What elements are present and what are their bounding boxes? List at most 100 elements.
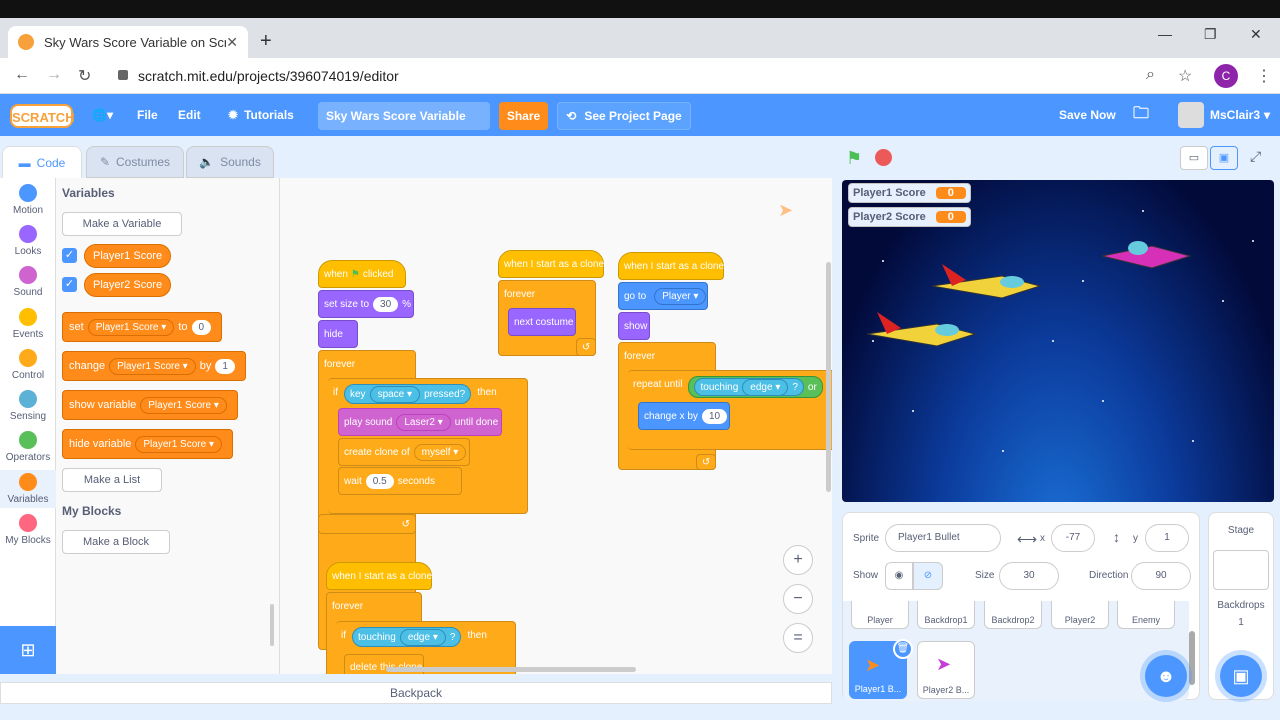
- show-var-dropdown[interactable]: Player1 Score ▾: [140, 396, 227, 414]
- forward-icon[interactable]: →: [46, 66, 62, 84]
- sprite-thumb[interactable]: Backdrop2: [984, 601, 1042, 629]
- browser-tab[interactable]: Sky Wars Score Variable on Scratc ✕: [8, 26, 248, 58]
- url-field[interactable]: scratch.mit.edu/projects/396074019/edito…: [108, 62, 1208, 90]
- var2-reporter[interactable]: Player2 Score: [84, 273, 172, 297]
- sprite-thumb[interactable]: Player: [851, 601, 909, 629]
- key-dropdown[interactable]: space ▾: [369, 385, 421, 403]
- show-hidden-eye-icon[interactable]: ⊘: [913, 562, 943, 590]
- see-project-page-button[interactable]: ⟲ See Project Page: [557, 102, 691, 130]
- normal-stage-button[interactable]: ▣: [1210, 146, 1238, 170]
- share-button[interactable]: Share: [499, 102, 548, 130]
- y-input[interactable]: 1: [1145, 524, 1189, 552]
- change-variable-block[interactable]: change Player1 Score ▾ by 1: [62, 351, 246, 381]
- close-window-icon[interactable]: ✕: [1250, 26, 1262, 43]
- set-value-input[interactable]: 0: [191, 319, 212, 335]
- fullscreen-icon[interactable]: ⤢: [1250, 148, 1261, 165]
- add-extension-button[interactable]: ⊞: [0, 626, 56, 674]
- profile-avatar[interactable]: C: [1214, 64, 1238, 88]
- sound-dropdown[interactable]: Laser2 ▾: [396, 413, 451, 431]
- clone-target-dropdown[interactable]: myself ▾: [413, 443, 467, 461]
- when-start-as-clone-hat-3[interactable]: when I start as a clone: [618, 252, 724, 280]
- player-jet-sprite[interactable]: [932, 264, 1042, 314]
- delete-sprite-icon[interactable]: 🗑: [893, 639, 913, 659]
- choose-backdrop-button[interactable]: ▣: [1220, 655, 1262, 697]
- account-menu[interactable]: MsClair3 ▾: [1178, 94, 1270, 136]
- size-input[interactable]: 30: [373, 296, 399, 312]
- green-flag-button[interactable]: ⚑: [846, 148, 862, 169]
- category-motion[interactable]: Motion: [0, 184, 56, 216]
- project-title-input[interactable]: Sky Wars Score Variable: [318, 102, 490, 130]
- reload-icon[interactable]: ↻: [78, 66, 91, 86]
- bookmark-star-icon[interactable]: ☆: [1178, 66, 1192, 86]
- script-horizontal-scrollbar[interactable]: [386, 667, 636, 672]
- category-sensing[interactable]: Sensing: [0, 390, 56, 422]
- script-vertical-scrollbar[interactable]: [826, 262, 831, 492]
- sprite-thumb[interactable]: Enemy: [1117, 601, 1175, 629]
- tab-costumes[interactable]: ✎ Costumes: [86, 146, 184, 178]
- small-stage-button[interactable]: ▭: [1180, 146, 1208, 170]
- wait-input[interactable]: 0.5: [365, 473, 394, 489]
- category-operators[interactable]: Operators: [0, 431, 56, 463]
- zoom-page-icon[interactable]: ⌕: [1146, 66, 1155, 84]
- scratch-logo[interactable]: SCRATCH: [10, 104, 75, 128]
- show-block[interactable]: show: [618, 312, 650, 340]
- direction-input[interactable]: 90: [1131, 562, 1191, 590]
- hide-variable-block[interactable]: hide variable Player1 Score ▾: [62, 429, 233, 459]
- change-var-dropdown[interactable]: Player1 Score ▾: [109, 357, 196, 375]
- category-my-blocks[interactable]: My Blocks: [0, 514, 56, 546]
- goto-target-dropdown[interactable]: Player ▾: [654, 287, 707, 305]
- category-control[interactable]: Control: [0, 349, 56, 381]
- make-list-button[interactable]: Make a List: [62, 468, 162, 492]
- palette-scrollbar[interactable]: [270, 604, 274, 646]
- touching-edge-block[interactable]: touching edge ▾?: [694, 378, 804, 396]
- sprite-name-input[interactable]: Player1 Bullet: [885, 524, 1001, 552]
- sprite-list-scrollbar[interactable]: [1189, 605, 1197, 695]
- x-input[interactable]: -77: [1051, 524, 1095, 552]
- sprite-thumb[interactable]: ➤ Player2 B...: [917, 641, 975, 699]
- show-visible-eye-icon[interactable]: ◉: [885, 562, 913, 590]
- next-costume-block[interactable]: next costume: [508, 308, 576, 336]
- enemy-ship-sprite[interactable]: [1102, 236, 1192, 280]
- minimize-icon[interactable]: —: [1158, 26, 1172, 42]
- category-events[interactable]: Events: [0, 308, 56, 340]
- script-area[interactable]: ➤ when ⚑ clicked set size to 30% hide forev…: [280, 178, 832, 674]
- category-looks[interactable]: Looks: [0, 225, 56, 257]
- show-variable-block[interactable]: show variable Player1 Score ▾: [62, 390, 238, 420]
- zoom-reset-button[interactable]: =: [783, 623, 813, 653]
- edit-menu[interactable]: Edit: [178, 94, 201, 136]
- back-icon[interactable]: ←: [14, 66, 30, 84]
- change-value-input[interactable]: 1: [215, 358, 235, 374]
- when-start-as-clone-hat-2[interactable]: when I start as a clone: [498, 250, 604, 278]
- hide-var-dropdown[interactable]: Player1 Score ▾: [135, 435, 222, 453]
- touching-dropdown[interactable]: edge ▾: [399, 628, 446, 646]
- zoom-out-button[interactable]: −: [783, 584, 813, 614]
- sprite-thumb[interactable]: Player2: [1051, 601, 1109, 629]
- var1-checkbox[interactable]: ✓: [62, 248, 77, 263]
- restore-icon[interactable]: ❐: [1204, 26, 1217, 43]
- set-variable-block[interactable]: set Player1 Score ▾ to 0: [62, 312, 223, 342]
- create-clone-block[interactable]: create clone of myself ▾: [338, 438, 470, 466]
- make-variable-button[interactable]: Make a Variable: [62, 212, 182, 236]
- my-stuff-folder-icon[interactable]: 🗀: [1133, 94, 1149, 136]
- play-sound-until-done-block[interactable]: play sound Laser2 ▾ until done: [338, 408, 502, 436]
- make-block-button[interactable]: Make a Block: [62, 530, 170, 554]
- player1-score-monitor[interactable]: Player1 Score 0: [848, 183, 971, 203]
- player2-jet-sprite[interactable]: [867, 312, 977, 362]
- sprite-thumb[interactable]: Backdrop1: [917, 601, 975, 629]
- go-to-block[interactable]: go to Player ▾: [618, 282, 708, 310]
- wait-block[interactable]: wait 0.5 seconds: [338, 467, 462, 495]
- key-pressed-block[interactable]: key space ▾ pressed?: [344, 384, 472, 404]
- save-now-button[interactable]: Save Now: [1059, 94, 1116, 136]
- var2-checkbox[interactable]: ✓: [62, 277, 77, 292]
- zoom-in-button[interactable]: +: [783, 545, 813, 575]
- file-menu[interactable]: File: [137, 94, 158, 136]
- when-flag-clicked-block[interactable]: when ⚑ clicked: [318, 260, 406, 288]
- player2-score-monitor[interactable]: Player2 Score 0: [848, 207, 971, 227]
- size-input[interactable]: 30: [999, 562, 1059, 590]
- touching-dropdown[interactable]: edge ▾: [742, 378, 789, 396]
- choose-sprite-button[interactable]: ☻: [1145, 655, 1187, 697]
- touching-edge-block-4[interactable]: touching edge ▾?: [352, 627, 462, 647]
- var1-reporter[interactable]: Player1 Score: [84, 244, 172, 268]
- tab-code[interactable]: ▬ Code: [2, 146, 82, 178]
- new-tab-icon[interactable]: +: [260, 30, 272, 53]
